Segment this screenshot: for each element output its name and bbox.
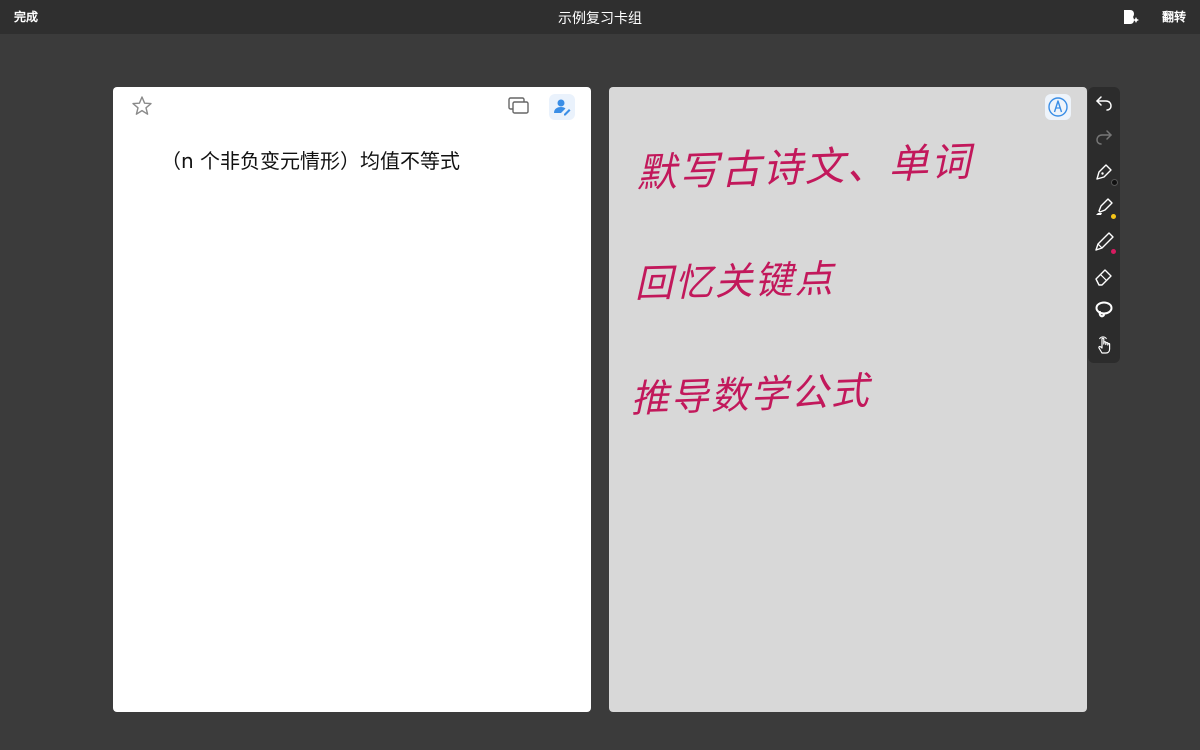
edit-user-icon[interactable] [549,94,575,120]
lasso-icon[interactable] [1092,298,1116,322]
deck-title: 示例复习卡组 [558,11,642,27]
card-back-canvas[interactable]: 默写古诗文、单词 回忆关键点 推导数学公式 [609,87,1087,712]
hand-touch-icon[interactable] [1092,333,1116,357]
pencil-icon[interactable] [1092,230,1116,254]
handwriting-line-3: 推导数学公式 [630,369,874,421]
star-icon[interactable] [131,95,153,117]
top-bar: 完成 示例复习卡组 翻转 [0,0,1200,34]
copy-cards-icon[interactable] [507,95,531,117]
eraser-icon[interactable] [1092,264,1116,288]
ai-assist-icon[interactable] [1121,7,1141,27]
pen-icon[interactable] [1092,160,1118,186]
pencil-color-swatch [1111,249,1116,254]
redo-icon[interactable] [1092,125,1116,149]
highlighter-color-swatch [1111,214,1116,219]
question-text: （n 个非负变元情形）均值不等式 [161,149,461,173]
handwriting-layer: 默写古诗文、单词 回忆关键点 推导数学公式 [630,139,976,421]
undo-icon[interactable] [1092,91,1116,115]
handwriting-line-2: 回忆关键点 [634,257,837,306]
drawing-toolbar [1088,87,1120,363]
pen-color-swatch [1111,179,1118,186]
highlighter-icon[interactable] [1092,195,1116,219]
flip-button[interactable]: 翻转 [1162,8,1186,25]
card-front: （n 个非负变元情形）均值不等式 [113,87,591,712]
handwriting-line-1: 默写古诗文、单词 [636,139,976,197]
